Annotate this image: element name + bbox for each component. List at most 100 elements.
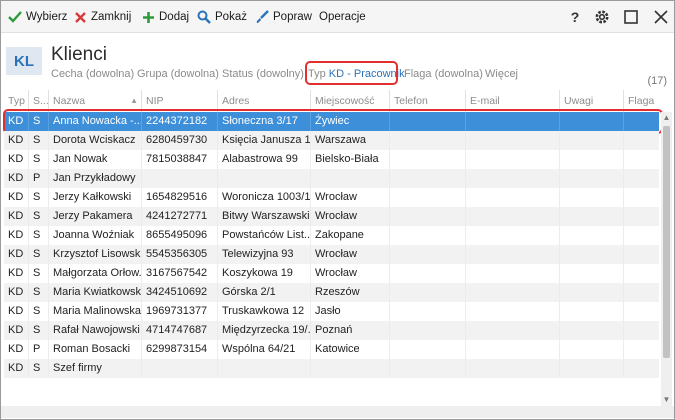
cell-uwagi bbox=[559, 131, 623, 150]
x-icon bbox=[75, 11, 86, 23]
fix-button[interactable]: Popraw bbox=[255, 8, 312, 26]
cell-adres bbox=[217, 359, 310, 378]
filter-group[interactable]: Grupa (dowolna) bbox=[137, 68, 219, 80]
cell-telefon bbox=[389, 207, 465, 226]
col-typ[interactable]: Typ bbox=[4, 90, 28, 112]
cell-uwagi bbox=[559, 207, 623, 226]
vertical-scrollbar[interactable]: ▲ ▼ bbox=[661, 112, 672, 406]
close-button[interactable]: Zamknij bbox=[74, 8, 131, 26]
cell-s: S bbox=[28, 150, 48, 169]
cell-typ: KD bbox=[8, 305, 24, 317]
col-email[interactable]: E-mail bbox=[465, 90, 559, 112]
filter-more[interactable]: Więcej bbox=[485, 68, 518, 80]
record-count: (17) bbox=[647, 75, 667, 87]
col-nazwa[interactable]: Nazwa ▲ bbox=[48, 90, 141, 112]
filter-feature[interactable]: Cecha (dowolna) bbox=[51, 68, 134, 80]
cell-nip: 2244372182 bbox=[141, 112, 217, 131]
toolbar: Wybierz Zamknij Dodaj Pokaż Popraw Opera… bbox=[1, 1, 674, 33]
cell-typ: KD bbox=[8, 343, 24, 355]
close-icon[interactable] bbox=[653, 9, 669, 25]
col-uwagi[interactable]: Uwagi bbox=[559, 90, 623, 112]
magnifier-icon bbox=[197, 10, 211, 24]
cell-flaga bbox=[623, 226, 659, 245]
cell-nazwa: Krzysztof Lisowski bbox=[48, 245, 141, 264]
cell-uwagi bbox=[559, 226, 623, 245]
cell-email bbox=[465, 340, 559, 359]
cell-s: S bbox=[28, 264, 48, 283]
cell-typ: KD bbox=[8, 191, 24, 203]
scroll-thumb[interactable] bbox=[663, 126, 670, 358]
cell-adres: Koszykowa 19 bbox=[217, 264, 310, 283]
table-row[interactable]: KD S Rafał Nawojowski 4714747687 Międzyrzeck… bbox=[4, 321, 659, 340]
cell-adres: Górska 2/1 bbox=[217, 283, 310, 302]
cell-adres: Wspólna 64/21 bbox=[217, 340, 310, 359]
cell-typ: KD bbox=[8, 324, 24, 336]
cell-nazwa: Rafał Nawojowski bbox=[48, 321, 141, 340]
table-row[interactable]: KD S Jan Nowak 7815038847 Alabastrowa 99 Biel… bbox=[4, 150, 659, 169]
table-header: Typ S... Nazwa ▲ NIP Adres Miejscowość T… bbox=[4, 90, 659, 113]
horizontal-scrollbar[interactable] bbox=[1, 406, 674, 418]
table-row[interactable]: KD S Szef firmy bbox=[4, 359, 659, 378]
cell-uwagi bbox=[559, 112, 623, 131]
cell-email bbox=[465, 226, 559, 245]
scroll-down-icon[interactable]: ▼ bbox=[661, 394, 672, 406]
cell-telefon bbox=[389, 245, 465, 264]
col-adres[interactable]: Adres bbox=[217, 90, 310, 112]
table-row[interactable]: KD S Maria Kwiatkowska 3424510692 Górska 2/1… bbox=[4, 283, 659, 302]
square-icon[interactable] bbox=[623, 9, 639, 25]
cell-telefon bbox=[389, 264, 465, 283]
table-row[interactable]: KD S Krzysztof Lisowski 5545356305 Telewizyj… bbox=[4, 245, 659, 264]
page-title: Klienci bbox=[51, 44, 107, 65]
col-miejscowosc[interactable]: Miejscowość bbox=[310, 90, 389, 112]
table-row[interactable]: KD P Jan Przykładowy bbox=[4, 169, 659, 188]
table-row[interactable]: KD S Maria Malinowska 1969731377 Truskawkowa… bbox=[4, 302, 659, 321]
cell-flaga bbox=[623, 302, 659, 321]
add-button[interactable]: Dodaj bbox=[142, 8, 189, 26]
cell-nip: 8655495096 bbox=[141, 226, 217, 245]
sort-ascending-icon: ▲ bbox=[130, 96, 138, 105]
clients-window: Wybierz Zamknij Dodaj Pokaż Popraw Opera… bbox=[0, 0, 675, 420]
select-button[interactable]: Wybierz bbox=[8, 8, 67, 26]
table-row[interactable]: KD P Roman Bosacki 6299873154 Wspólna 64/21 K… bbox=[4, 340, 659, 359]
gear-icon[interactable] bbox=[594, 9, 610, 25]
cell-miejscowosc: Żywiec bbox=[310, 112, 389, 131]
table-row[interactable]: KD S Małgorzata Orłow... 3167567542 Koszykow… bbox=[4, 264, 659, 283]
cell-miejscowosc bbox=[310, 169, 389, 188]
operations-menu[interactable]: Operacje bbox=[319, 8, 366, 26]
cell-miejscowosc: Katowice bbox=[310, 340, 389, 359]
cell-nip: 6280459730 bbox=[141, 131, 217, 150]
table-row[interactable]: KD S Anna Nowacka -... 2244372182 Słoneczna … bbox=[3, 109, 663, 134]
table-row[interactable]: KD S Jerzy Kałkowski 1654829516 Woronicza 10… bbox=[4, 188, 659, 207]
cell-uwagi bbox=[559, 302, 623, 321]
help-button[interactable]: ? bbox=[567, 9, 583, 25]
cell-adres: Bitwy Warszawski... bbox=[217, 207, 310, 226]
cell-s: S bbox=[28, 283, 48, 302]
filter-status[interactable]: Status (dowolny) bbox=[222, 68, 304, 80]
cell-email bbox=[465, 359, 559, 378]
table-row[interactable]: KD S Jerzy Pakamera 4241272771 Bitwy Warszaw… bbox=[4, 207, 659, 226]
col-status[interactable]: S... bbox=[28, 90, 48, 112]
cell-flaga bbox=[623, 283, 659, 302]
module-logo: KL bbox=[6, 47, 42, 75]
cell-email bbox=[465, 150, 559, 169]
cell-nazwa: Joanna Woźniak bbox=[48, 226, 141, 245]
cell-nazwa: Jan Nowak bbox=[48, 150, 141, 169]
show-button[interactable]: Pokaż bbox=[197, 8, 247, 26]
cell-telefon bbox=[389, 150, 465, 169]
cell-miejscowosc: Wrocław bbox=[310, 188, 389, 207]
cell-s: S bbox=[28, 226, 48, 245]
cell-nazwa: Maria Malinowska bbox=[48, 302, 141, 321]
filter-flag[interactable]: Flaga (dowolna) bbox=[404, 68, 483, 80]
cell-nazwa: Jerzy Pakamera bbox=[48, 207, 141, 226]
cell-uwagi bbox=[559, 188, 623, 207]
col-flaga[interactable]: Flaga bbox=[623, 90, 659, 112]
brush-icon bbox=[256, 10, 269, 23]
table-row[interactable]: KD S Dorota Wciskacz 6280459730 Księcia Janu… bbox=[4, 131, 659, 150]
scroll-up-icon[interactable]: ▲ bbox=[661, 112, 672, 124]
cell-s: S bbox=[28, 359, 48, 378]
cell-email bbox=[465, 207, 559, 226]
table-row[interactable]: KD S Joanna Woźniak 8655495096 Powstańców Li… bbox=[4, 226, 659, 245]
col-telefon[interactable]: Telefon bbox=[389, 90, 465, 112]
cell-nazwa: Anna Nowacka -... bbox=[48, 112, 141, 131]
col-nip[interactable]: NIP bbox=[141, 90, 217, 112]
